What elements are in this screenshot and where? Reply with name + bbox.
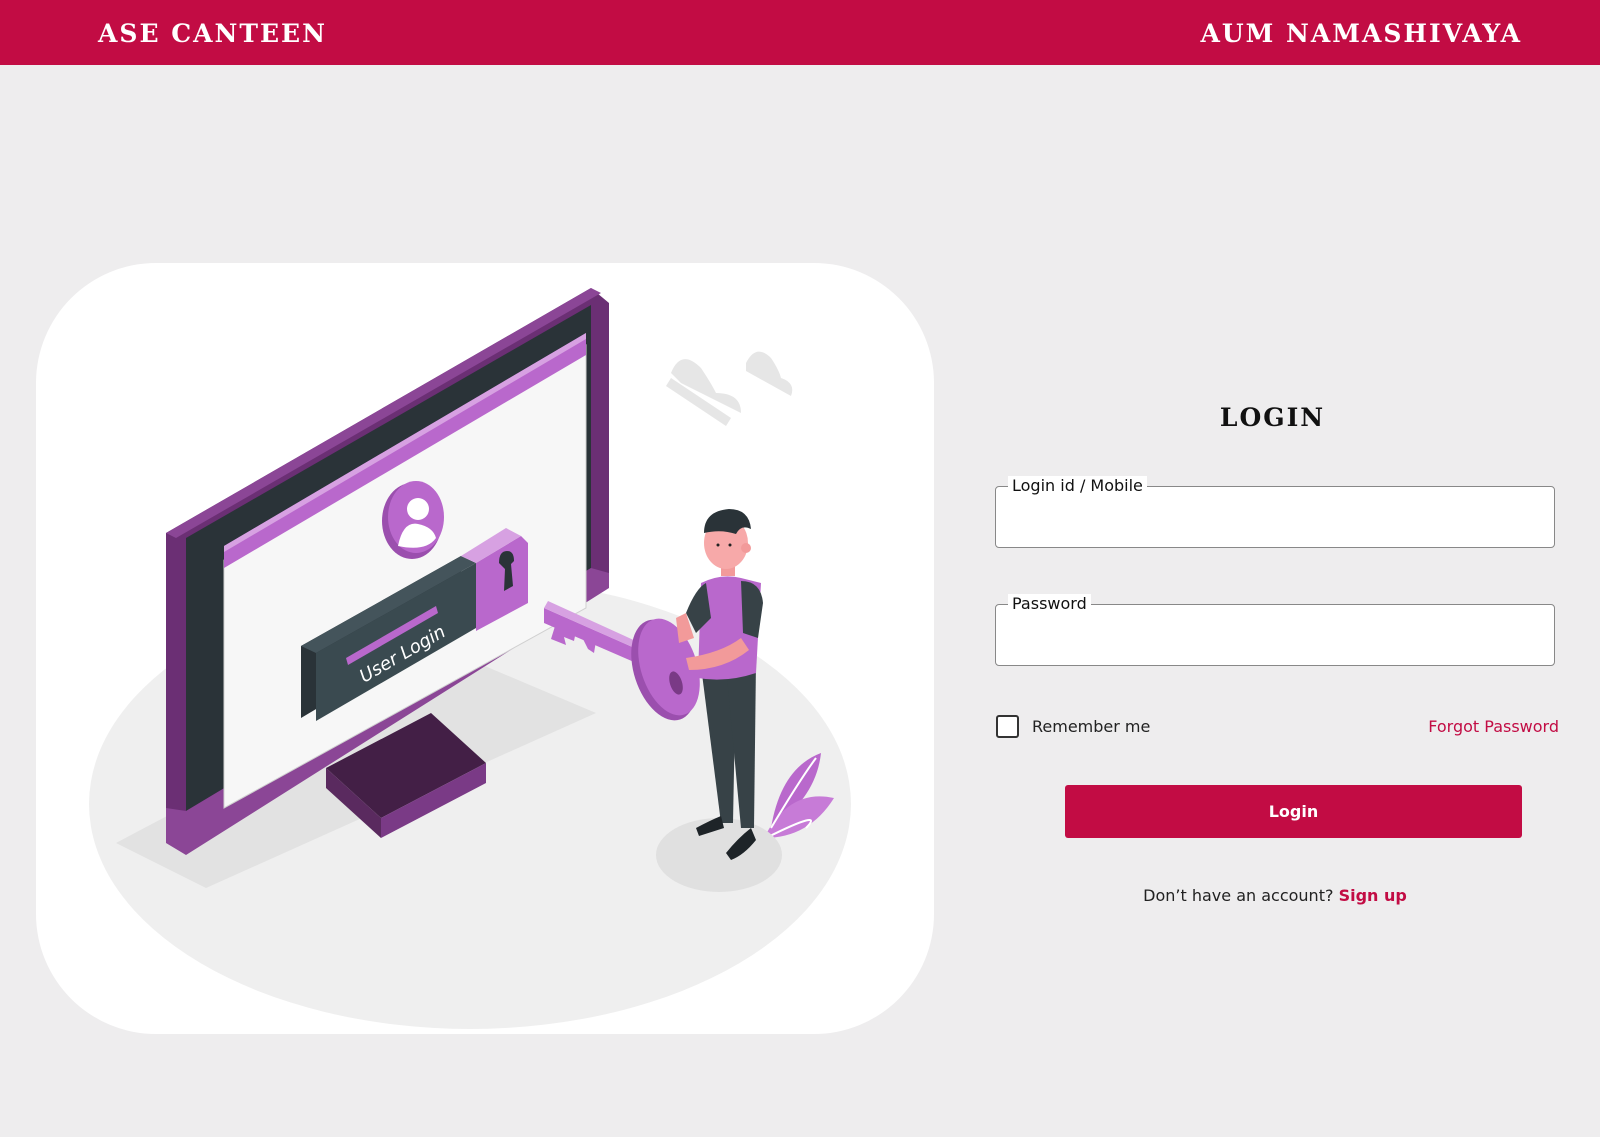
password-field[interactable]: Password bbox=[995, 594, 1555, 666]
login-id-field[interactable]: Login id / Mobile bbox=[995, 476, 1555, 548]
top-bar: ASE CANTEEN AUM NAMASHIVAYA bbox=[0, 0, 1600, 65]
brand-title: ASE CANTEEN bbox=[98, 19, 327, 48]
login-title: LOGIN bbox=[1219, 403, 1326, 432]
remember-me[interactable]: Remember me bbox=[996, 715, 1150, 738]
remember-me-label: Remember me bbox=[1032, 717, 1151, 736]
login-id-input[interactable] bbox=[996, 487, 1554, 547]
signup-prompt-text: Don’t have an account? bbox=[1143, 886, 1334, 905]
cloud-icon bbox=[666, 351, 793, 426]
login-illustration: User Login bbox=[36, 263, 934, 1034]
password-input[interactable] bbox=[996, 605, 1554, 665]
signup-link[interactable]: Sign up bbox=[1339, 886, 1407, 905]
header-greeting: AUM NAMASHIVAYA bbox=[1200, 19, 1522, 48]
login-button[interactable]: Login bbox=[1065, 785, 1522, 838]
signup-prompt: Don’t have an account? Sign up bbox=[1100, 886, 1450, 905]
password-label: Password bbox=[1008, 594, 1091, 614]
forgot-password-link[interactable]: Forgot Password bbox=[1428, 717, 1559, 736]
remember-me-checkbox[interactable] bbox=[996, 715, 1019, 738]
login-id-label: Login id / Mobile bbox=[1008, 476, 1147, 496]
